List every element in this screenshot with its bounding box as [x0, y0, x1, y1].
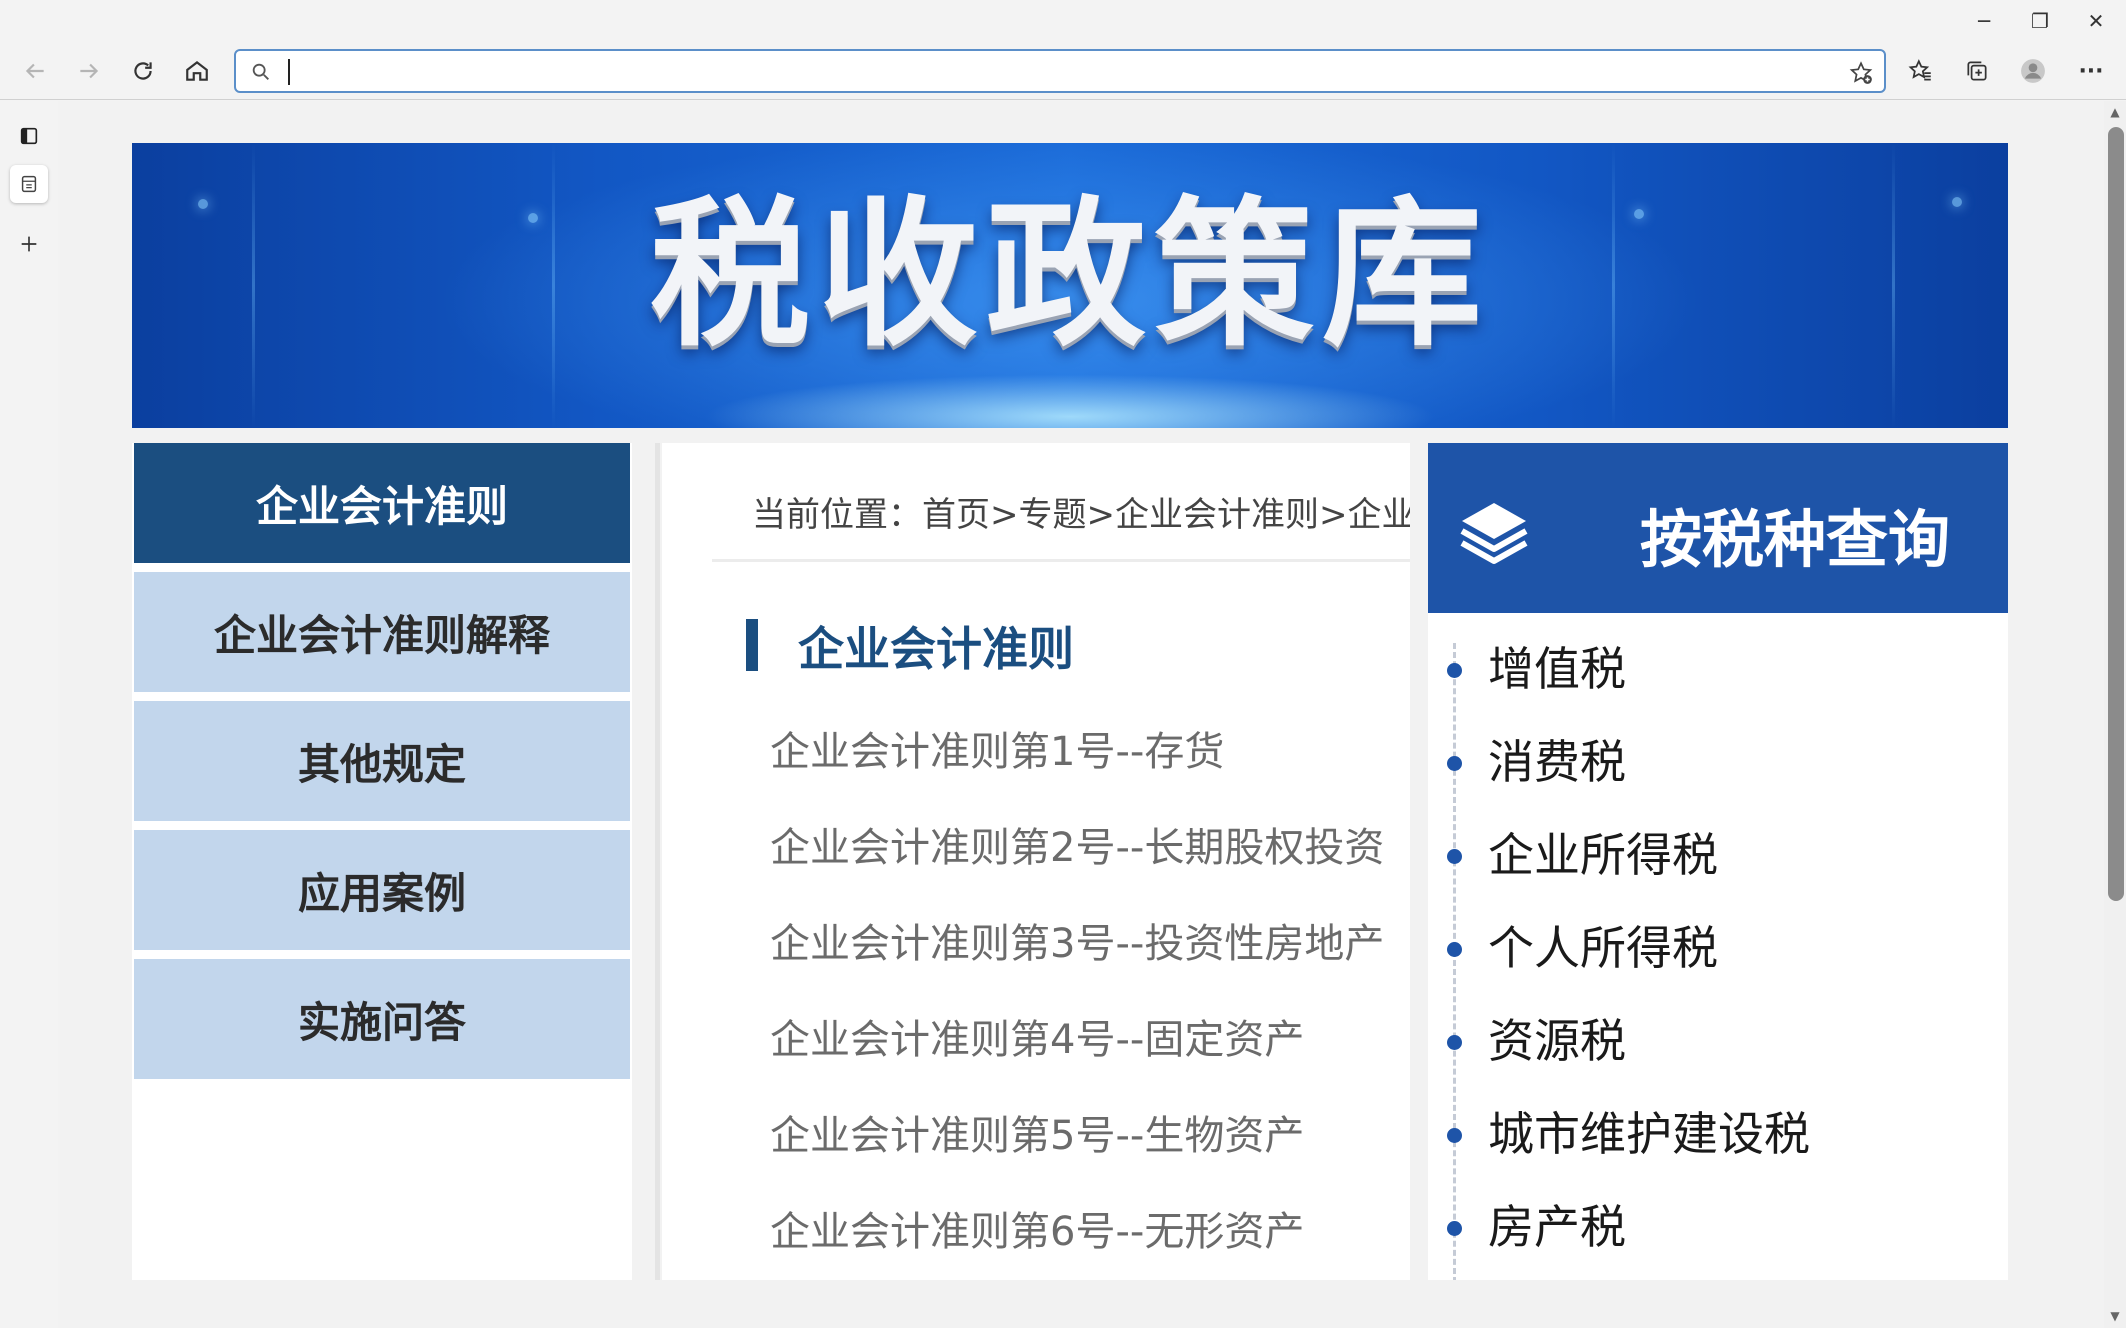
back-button[interactable]: [14, 50, 56, 92]
category-item-accounting-standards[interactable]: 企业会计准则: [134, 443, 630, 563]
breadcrumb: 当前位置：首页>专题>企业会计准则>企业会计准则: [752, 495, 1410, 535]
tax-type-link[interactable]: 消费税: [1442, 732, 1810, 825]
category-item-implementation-qa[interactable]: 实施问答: [134, 959, 630, 1079]
breadcrumb-divider: [712, 559, 1410, 562]
more-icon: ···: [2078, 58, 2104, 84]
add-favorite-icon[interactable]: [1848, 60, 1874, 86]
tax-type-panel: 按税种查询 增值税 消费税 企业所得税 个人所得税 资源税 城市维护建设税 房产…: [1428, 443, 2008, 1280]
home-icon: [186, 60, 208, 81]
main-content: 当前位置：首页>专题>企业会计准则>企业会计准则 企业会计准则 企业会计准则第1…: [662, 443, 1410, 1280]
page-tab-icon: [21, 175, 37, 193]
bullet-dot: [1447, 756, 1462, 771]
close-icon: ✕: [2087, 9, 2105, 33]
tax-type-link[interactable]: 资源税: [1442, 1011, 1810, 1104]
scroll-up-icon[interactable]: ▲: [2108, 105, 2122, 119]
tax-type-label: 增值税: [1488, 642, 1626, 696]
refresh-button[interactable]: [122, 50, 164, 92]
arrow-right-icon: [80, 63, 99, 79]
layers-icon: [1460, 503, 1528, 564]
standard-link[interactable]: 企业会计准则第6号--无形资产: [770, 1199, 1384, 1280]
standard-link[interactable]: 企业会计准则第2号--长期股权投资: [770, 815, 1384, 911]
category-item-standard-interpretations[interactable]: 企业会计准则解释: [134, 572, 630, 692]
collections-button[interactable]: [1956, 50, 1998, 92]
tab-panel-icon: [20, 127, 38, 145]
minimize-button[interactable]: ─: [1954, 4, 2014, 38]
tax-panel-title: 按税种查询: [1640, 503, 1951, 576]
banner-title: 税收政策库: [649, 181, 1490, 368]
profile-button[interactable]: [2012, 50, 2054, 92]
address-bar[interactable]: [234, 49, 1886, 93]
restore-icon: ❐: [2031, 9, 2049, 33]
home-button[interactable]: [176, 50, 218, 92]
bullet-dot: [1447, 1221, 1462, 1236]
tax-type-label: 消费税: [1488, 735, 1626, 789]
tax-panel-header: 按税种查询: [1428, 443, 2008, 613]
browser-toolbar: ···: [0, 42, 2126, 100]
section-accent-bar: [746, 619, 758, 671]
tax-type-label: 房产税: [1488, 1200, 1626, 1254]
tax-type-label: 个人所得税: [1488, 921, 1718, 975]
tax-type-label: 资源税: [1488, 1014, 1626, 1068]
tax-type-label: 城市维护建设税: [1488, 1107, 1810, 1161]
refresh-icon: [134, 62, 152, 80]
standard-link[interactable]: 企业会计准则第3号--投资性房地产: [770, 911, 1384, 1007]
category-item-other-provisions[interactable]: 其他规定: [134, 701, 630, 821]
hero-banner: 税收政策库: [132, 143, 2008, 428]
text-caret: [288, 59, 290, 85]
bullet-dot: [1447, 1128, 1462, 1143]
bullet-dot: [1447, 942, 1462, 957]
standard-link[interactable]: 企业会计准则第5号--生物资产: [770, 1103, 1384, 1199]
tax-type-link[interactable]: 城市维护建设税: [1442, 1104, 1810, 1197]
favorites-button[interactable]: [1900, 50, 1942, 92]
avatar-icon: [2021, 59, 2045, 83]
tax-type-link[interactable]: 企业所得税: [1442, 825, 1810, 918]
tax-type-link[interactable]: 增值税: [1442, 639, 1810, 732]
tax-type-link[interactable]: 房产税: [1442, 1197, 1810, 1280]
bullet-dot: [1447, 849, 1462, 864]
close-window-button[interactable]: ✕: [2066, 4, 2126, 38]
new-tab-button[interactable]: [10, 225, 48, 263]
minimize-icon: ─: [1977, 9, 1991, 33]
bullet-dot: [1447, 1035, 1462, 1050]
tax-type-label: 企业所得税: [1488, 828, 1718, 882]
restore-button[interactable]: ❐: [2010, 4, 2070, 38]
scroll-down-icon[interactable]: ▼: [2108, 1309, 2122, 1323]
collections-icon: [1967, 61, 1987, 81]
address-input[interactable]: [292, 57, 1812, 87]
active-tab[interactable]: [10, 165, 48, 203]
bullet-dot: [1447, 663, 1462, 678]
page-viewport: 税收政策库 企业会计准则 企业会计准则解释 其他规定 应用案例 实施问答 当前位…: [58, 101, 2104, 1328]
scrollbar-thumb[interactable]: [2108, 127, 2124, 901]
standard-link[interactable]: 企业会计准则第1号--存货: [770, 719, 1384, 815]
standard-link[interactable]: 企业会计准则第4号--固定资产: [770, 1007, 1384, 1103]
category-item-application-cases[interactable]: 应用案例: [134, 830, 630, 950]
column-divider: [655, 443, 660, 1280]
section-title: 企业会计准则: [798, 622, 1074, 676]
plus-icon: [21, 236, 37, 252]
tax-type-list: 增值税 消费税 企业所得税 个人所得税 资源税 城市维护建设税 房产税: [1442, 639, 1810, 1280]
search-icon: [252, 63, 269, 80]
forward-button[interactable]: [68, 50, 110, 92]
tab-actions-button[interactable]: [10, 117, 48, 155]
page-scrollbar[interactable]: ▲ ▼: [2104, 101, 2126, 1328]
vertical-tab-strip: [0, 101, 58, 1328]
settings-menu-button[interactable]: ···: [2070, 50, 2112, 92]
standards-list: 企业会计准则第1号--存货 企业会计准则第2号--长期股权投资 企业会计准则第3…: [770, 719, 1384, 1280]
category-nav: 企业会计准则 企业会计准则解释 其他规定 应用案例 实施问答: [134, 443, 630, 1088]
window-titlebar: ─ ❐ ✕: [0, 0, 2126, 42]
tax-type-link[interactable]: 个人所得税: [1442, 918, 1810, 1011]
favorites-icon: [1908, 59, 1931, 81]
arrow-left-icon: [25, 63, 44, 79]
